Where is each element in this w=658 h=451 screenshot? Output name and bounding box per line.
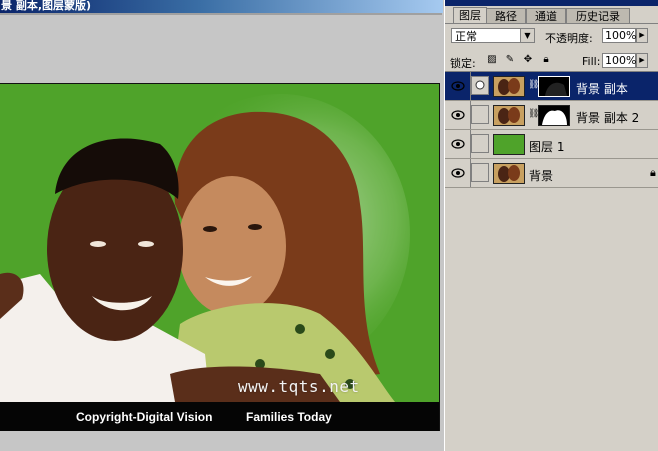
layer-name: 背景 副本: [576, 82, 628, 96]
layer-link-slot[interactable]: [471, 105, 489, 124]
layer-row-background-copy-2[interactable]: ⛓ 背景 副本 2: [445, 101, 658, 130]
layer-name: 图层 1: [529, 140, 565, 154]
tab-history[interactable]: 历史记录: [566, 8, 630, 23]
visibility-eye-icon[interactable]: [445, 72, 471, 100]
layer-row-background-copy[interactable]: ⛓ 背景 副本: [445, 72, 658, 101]
caption-bar: Copyright-Digital Vision Families Today: [0, 402, 439, 431]
visibility-eye-icon[interactable]: [445, 159, 471, 187]
lock-icon: 🔒︎: [650, 166, 656, 179]
opacity-label: 不透明度:: [545, 32, 593, 45]
lock-brush-icon[interactable]: ✎: [505, 55, 515, 65]
lock-fill-row: 锁定: ▨ ✎ ✥ 🔒︎ Fill: 100% ▶: [445, 50, 658, 70]
layer-row-layer-1[interactable]: 图层 1: [445, 130, 658, 159]
visibility-eye-icon[interactable]: [445, 101, 471, 129]
blend-options-row: 正常 ▼ 不透明度: 100% ▶: [445, 26, 658, 48]
layer-thumbnail-photo[interactable]: [493, 105, 525, 126]
lock-all-icon[interactable]: 🔒︎: [541, 55, 551, 65]
layer-thumbnail-photo[interactable]: [493, 76, 525, 97]
fill-slider-arrow-icon[interactable]: ▶: [636, 53, 648, 68]
tab-channels-label: 通道: [535, 10, 557, 23]
blend-mode-value: 正常: [455, 30, 477, 43]
tab-history-label: 历史记录: [576, 10, 620, 23]
layer-link-slot[interactable]: [471, 163, 489, 182]
caption-copyright: Copyright-Digital Vision: [76, 410, 213, 424]
watermark-text: www.tqts.net: [238, 377, 360, 396]
dark-mask-icon[interactable]: [538, 76, 570, 97]
layer-link-slot[interactable]: [471, 134, 489, 153]
layers-list: ⛓ 背景 副本 ⛓ 背景 副本 2 图层 1 背景 🔒︎: [445, 71, 658, 190]
tab-paths-label: 路径: [495, 10, 517, 23]
green-fill-thumb[interactable]: [493, 134, 525, 155]
silhouette-mask-icon[interactable]: [538, 105, 570, 126]
tab-divider: [445, 23, 658, 24]
opacity-value: 100%: [605, 29, 637, 42]
lock-transparency-icon[interactable]: ▨: [487, 55, 497, 65]
document-title: 景 副本,图层蒙版): [1, 0, 92, 12]
document-title-bar[interactable]: 景 副本,图层蒙版): [0, 0, 443, 13]
layers-palette: 图层 路径 通道 历史记录 正常 ▼ 不透明度: 100% ▶ 锁定: ▨ ✎ …: [444, 0, 658, 451]
fill-label: Fill:: [582, 55, 601, 68]
image-canvas[interactable]: www.tqts.net Copyright-Digital Vision Fa…: [0, 83, 440, 431]
family-photo: [0, 84, 439, 402]
layer-thumbnail-photo[interactable]: [493, 163, 525, 184]
tab-channels[interactable]: 通道: [526, 8, 566, 23]
chain-link-icon[interactable]: ⛓: [528, 109, 539, 121]
tab-paths[interactable]: 路径: [486, 8, 526, 23]
brush-mask-edit-icon[interactable]: [471, 76, 489, 95]
layer-name: 背景: [529, 169, 554, 183]
layer-name: 背景 副本 2: [576, 111, 640, 125]
layer-row-background[interactable]: 背景 🔒︎: [445, 159, 658, 188]
chevron-down-icon[interactable]: ▼: [520, 29, 534, 42]
lock-move-icon[interactable]: ✥: [523, 55, 533, 65]
blend-mode-select[interactable]: 正常 ▼: [451, 28, 535, 43]
opacity-slider-arrow-icon[interactable]: ▶: [636, 28, 648, 43]
document-options-strip: [0, 13, 442, 15]
chain-link-icon[interactable]: ⛓: [528, 80, 539, 92]
visibility-eye-icon[interactable]: [445, 130, 471, 158]
tab-layers-label: 图层: [459, 9, 481, 22]
opacity-input[interactable]: 100%: [602, 28, 636, 43]
caption-title: Families Today: [246, 410, 332, 424]
fill-input[interactable]: 100%: [602, 53, 636, 68]
palette-title-strip[interactable]: [445, 0, 658, 6]
fill-value: 100%: [605, 54, 637, 67]
palette-empty-area: [445, 189, 658, 451]
lock-label: 锁定:: [450, 57, 476, 70]
tab-layers[interactable]: 图层: [453, 7, 487, 23]
